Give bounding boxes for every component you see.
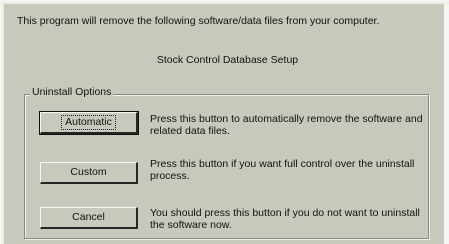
uninstall-dialog: This program will remove the following s… — [2, 2, 449, 244]
cancel-button[interactable]: Cancel — [40, 207, 138, 229]
custom-button[interactable]: Custom — [40, 162, 138, 184]
uninstall-options-label: Uninstall Options — [30, 86, 114, 98]
product-name: Stock Control Database Setup — [156, 54, 299, 66]
automatic-button[interactable]: Automatic — [39, 111, 139, 135]
custom-button-label: Custom — [70, 166, 107, 178]
automatic-description: Press this button to automatically remov… — [150, 113, 423, 137]
intro-text: This program will remove the following s… — [17, 15, 380, 27]
cancel-description: You should press this button if you do n… — [150, 207, 420, 231]
window-edge — [444, 4, 449, 244]
custom-description: Press this button if you want full contr… — [150, 158, 415, 182]
cancel-button-label: Cancel — [72, 211, 105, 223]
automatic-button-label: Automatic — [61, 115, 116, 130]
